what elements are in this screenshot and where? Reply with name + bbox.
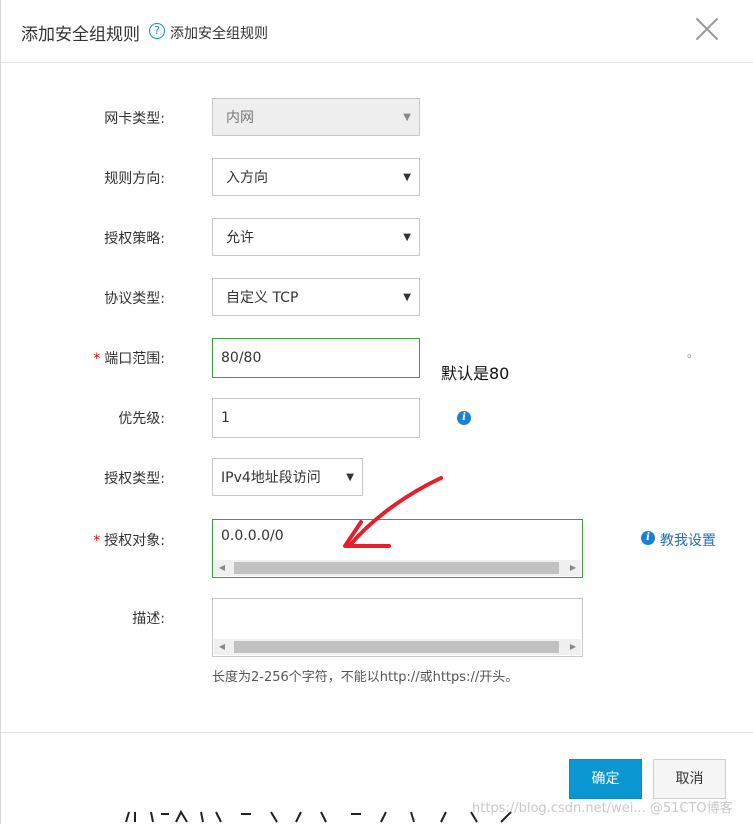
info-icon: i: [641, 531, 655, 545]
chevron-down-icon: ▼: [403, 232, 411, 243]
protocol-select[interactable]: 自定义 TCP ▼: [212, 278, 420, 316]
info-icon[interactable]: i: [457, 411, 471, 425]
handwriting-scribble: [125, 809, 512, 823]
dialog-title: 添加安全组规则: [21, 25, 140, 45]
policy-select[interactable]: 允许 ▼: [212, 218, 420, 256]
cancel-button[interactable]: 取消: [653, 759, 726, 799]
chevron-down-icon: ▼: [403, 292, 411, 303]
direction-value: 入方向: [226, 170, 268, 186]
auth-object-label-text: 授权对象:: [104, 533, 165, 549]
annotation-default-port: 默认是80: [441, 364, 510, 383]
protocol-label: 协议类型:: [104, 291, 165, 307]
port-range-label-text: 端口范围:: [104, 351, 165, 367]
scroll-thumb[interactable]: [234, 641, 559, 653]
annotation-arrow-icon: [343, 476, 443, 548]
auth-type-label: 授权类型:: [104, 471, 165, 487]
chevron-down-icon: ▼: [403, 172, 411, 183]
auth-type-value: IPv4地址段访问: [221, 470, 321, 486]
confirm-button[interactable]: 确定: [569, 759, 642, 799]
scroll-thumb[interactable]: [234, 562, 559, 574]
required-mark: *: [93, 533, 101, 549]
teach-me-setup-link[interactable]: 教我设置: [660, 530, 716, 550]
horizontal-scrollbar[interactable]: ◀ ▶: [214, 560, 581, 576]
add-security-group-rule-dialog: 添加安全组规则 ? 添加安全组规则 网卡类型: 内网 ▼ 规则方向: 入方向 ▼…: [0, 0, 753, 824]
policy-label: 授权策略:: [104, 231, 165, 247]
description-hint: 长度为2-256个字符，不能以http://或https://开头。: [212, 670, 519, 685]
chevron-down-icon: ▼: [403, 112, 411, 123]
dialog-header: 添加安全组规则 ? 添加安全组规则: [1, 0, 753, 63]
help-circle-icon[interactable]: ?: [149, 23, 165, 39]
description-textarea[interactable]: ◀ ▶: [212, 598, 583, 657]
close-icon[interactable]: [694, 16, 720, 42]
scroll-left-icon[interactable]: ◀: [214, 560, 230, 576]
required-mark: *: [93, 351, 101, 367]
stray-dot: 。: [687, 346, 700, 360]
direction-select[interactable]: 入方向 ▼: [212, 158, 420, 196]
priority-input[interactable]: 1: [212, 398, 420, 438]
scroll-left-icon[interactable]: ◀: [214, 639, 230, 655]
port-range-input[interactable]: 80/80: [212, 338, 420, 378]
nic-type-select: 内网 ▼: [212, 98, 420, 136]
auth-object-label: * 授权对象:: [45, 530, 165, 550]
protocol-value: 自定义 TCP: [226, 290, 299, 306]
nic-type-label: 网卡类型:: [104, 111, 165, 127]
dialog-subtitle-link[interactable]: 添加安全组规则: [170, 23, 268, 43]
scroll-right-icon[interactable]: ▶: [565, 560, 581, 576]
nic-type-value: 内网: [226, 110, 254, 126]
auth-object-value: 0.0.0.0/0: [221, 528, 284, 544]
footer-divider: [1, 732, 753, 733]
port-range-label: * 端口范围:: [45, 348, 165, 368]
scroll-right-icon[interactable]: ▶: [565, 639, 581, 655]
horizontal-scrollbar[interactable]: ◀ ▶: [214, 639, 581, 655]
priority-label: 优先级:: [118, 411, 165, 427]
description-label: 描述:: [132, 611, 165, 627]
direction-label: 规则方向:: [104, 171, 165, 187]
policy-value: 允许: [226, 230, 254, 246]
